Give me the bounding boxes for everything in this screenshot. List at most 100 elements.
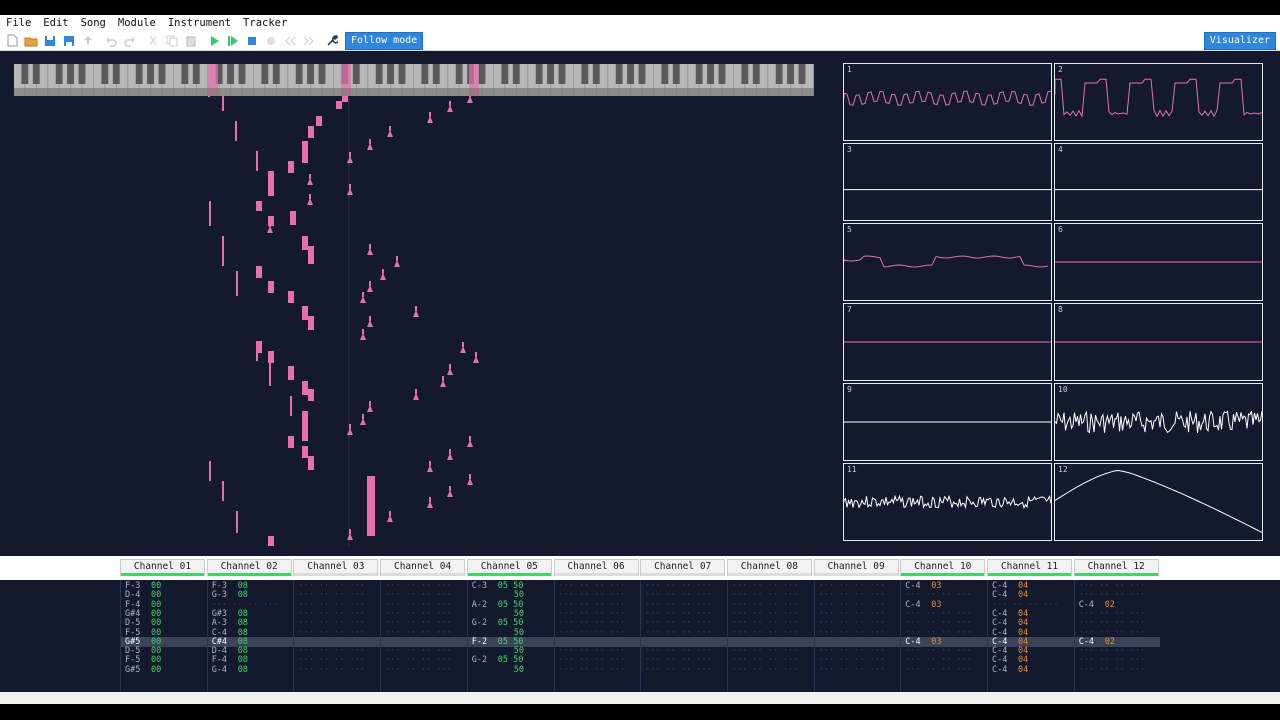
menu-module[interactable]: Module [112,17,162,29]
pattern-editor[interactable]: F-3 00 D-4 00 F-4 00 G#4 00 D-5 00 F-5 00 G#5 00 D-5 00… [0,580,1280,692]
oscilloscope-label: 10 [1058,385,1068,394]
pattern-channel-03[interactable]: ··· ·· ·· ··· ··· ·· ·· ··· ··· ·· ·· ··· ·… [293,580,379,692]
pattern-instrument: 00 [151,618,162,629]
open-folder-icon[interactable] [24,34,38,48]
paste-icon[interactable] [184,34,198,48]
pattern-note: C-4 [992,664,1008,675]
undo-icon[interactable] [104,34,118,48]
export-icon[interactable] [81,34,95,48]
pattern-note: G-3 [211,590,228,601]
save-as-icon[interactable] [62,34,76,48]
pattern-channel-05[interactable]: C-3 05 50 50 A-2 05 50 50 G-2 05 50 50 F-2 05 50 50… [466,580,553,692]
menu-instrument[interactable]: Instrument [162,17,237,29]
pattern-note: F-2 [471,636,488,647]
channel-tab-12[interactable]: Channel 12 [1073,559,1159,576]
pattern-channel-10[interactable]: C-4 03 ··· ·· ·· ··· C-4 03 ··· ·· ·· ··· ··· … [900,580,986,692]
oscilloscope-label: 7 [847,305,852,314]
window-bottom-border [0,704,1280,720]
oscilloscope-label: 12 [1058,465,1068,474]
pattern-instrument: 00 [151,590,162,601]
pattern-instrument: 04 [1018,618,1029,629]
piano-roll [208,96,479,546]
new-file-icon[interactable] [5,34,19,48]
pattern-note: D-5 [125,618,141,629]
redo-icon[interactable] [123,34,137,48]
channel-activity-bar [988,573,1071,576]
pattern-instrument: 04 [1018,664,1029,675]
pattern-instrument: 50 [513,590,525,601]
pattern-channel-08[interactable]: ··· ·· ·· ··· ··· ·· ·· ··· ··· ·· ·· ··· ·… [726,580,813,692]
channel-tab-11[interactable]: Channel 11 [987,559,1072,576]
channel-tab-04[interactable]: Channel 04 [380,559,466,576]
pattern-empty: ··· ·· ·· ··· [645,618,712,629]
pattern-empty: ··· ·· ·· ··· [298,664,365,675]
play-icon[interactable] [207,34,221,48]
follow-mode-button[interactable]: Follow mode [345,31,424,50]
channel-activity-bar [641,573,725,576]
pattern-channel-07[interactable]: ··· ·· ·· ··· ··· ·· ·· ··· ··· ·· ·· ··· ·… [640,580,726,692]
pattern-empty: ··· ·· ·· ··· [558,590,626,601]
channel-tab-01[interactable]: Channel 01 [120,559,205,576]
copy-icon[interactable] [165,34,179,48]
channel-tab-label: Channel 06 [567,561,625,572]
visualizer-button[interactable]: Visualizer [1203,32,1276,50]
pattern-channel-12[interactable]: ··· ·· ·· ··· ··· ·· ·· ··· C-4 02 ··· ·· ··… [1073,580,1160,692]
oscilloscope-channel-3: 3 [843,143,1052,221]
pattern-channel-02[interactable]: F-3 08 G-3 08 ··· ·· ·· ··· G#3 08 A-3 08 C-4 08 C#… [206,580,293,692]
window-top-border [0,0,1280,15]
stop-icon[interactable] [245,34,259,48]
pattern-empty: ··· ·· ·· ··· [905,618,972,629]
channel-tab-label: Channel 03 [307,561,365,572]
status-bar [0,692,1280,704]
rewind-icon[interactable] [283,34,297,48]
play-pattern-icon[interactable] [226,34,240,48]
piano-keyboard[interactable] [14,64,814,96]
pattern-empty: ··· ·· ·· ··· [558,618,626,629]
pattern-channel-04[interactable]: ··· ·· ·· ··· ··· ·· ·· ··· ··· ·· ·· ··· ·… [380,580,466,692]
menu-tracker[interactable]: Tracker [237,17,293,29]
save-icon[interactable] [43,34,57,48]
pattern-note: G#5 [125,664,141,675]
oscilloscope-channel-2: 2 [1054,63,1263,141]
fast-forward-icon[interactable] [302,34,316,48]
menu-edit[interactable]: Edit [37,17,74,29]
pattern-empty: ··· ·· ·· ··· [385,664,452,675]
channel-tab-07[interactable]: Channel 07 [640,559,726,576]
pattern-channel-11[interactable]: C-4 04 C-4 04 ··· ·· ·· ··· C-4 04 C-4 04 C-4 04 C-… [987,580,1073,692]
pattern-channel-09[interactable]: ··· ·· ·· ··· ··· ·· ·· ··· ··· ·· ·· ··· ·… [813,580,900,692]
channel-tab-08[interactable]: Channel 08 [726,559,812,576]
toolbar: Follow mode Visualizer [0,31,1280,51]
oscilloscope-label: 4 [1058,145,1063,154]
pattern-channel-01[interactable]: F-3 00 D-4 00 F-4 00 G#4 00 D-5 00 F-5 00 G#5 00 D-5 00… [120,580,206,692]
pattern-empty: ··· ·· ·· ··· [1078,664,1146,675]
channel-activity-bar [554,573,638,576]
main-area: 1 2 3 4 5 6 7 8 9 10 11 12 [0,51,1280,556]
pattern-empty: ··· ·· ·· ··· [731,618,799,629]
menu-file[interactable]: File [0,17,37,29]
channel-tab-05[interactable]: Channel 05 [466,559,552,576]
channel-activity-bar [207,573,291,576]
channel-tab-label: Channel 11 [1000,561,1059,572]
settings-wrench-icon[interactable] [325,34,339,48]
oscilloscope-channel-11: 11 [843,463,1052,541]
channel-tab-09[interactable]: Channel 09 [813,559,899,576]
channel-activity-bar [814,573,898,576]
pattern-instrument: 08 [237,590,248,601]
pattern-note: C-3 [471,581,488,591]
channel-tab-06[interactable]: Channel 06 [553,559,639,576]
cut-icon[interactable] [146,34,160,48]
pattern-instrument: 05 50 [497,618,524,629]
record-icon[interactable] [264,34,278,48]
channel-tab-10[interactable]: Channel 10 [900,559,986,576]
pattern-empty: ··· ·· ·· ··· [731,590,799,601]
channel-activity-bar [467,573,551,576]
menu-song[interactable]: Song [75,17,112,29]
oscilloscope-channel-6: 6 [1054,223,1263,301]
channel-tab-03[interactable]: Channel 03 [293,559,379,576]
oscilloscope-label: 5 [847,225,852,234]
pattern-channel-06[interactable]: ··· ·· ·· ··· ··· ·· ·· ··· ··· ·· ·· ··· ·… [553,580,640,692]
channel-tab-02[interactable]: Channel 02 [206,559,292,576]
pattern-instrument: 00 [151,664,162,675]
pattern-empty: ··· ·· ·· ··· [818,664,886,675]
oscilloscope-label: 6 [1058,225,1063,234]
